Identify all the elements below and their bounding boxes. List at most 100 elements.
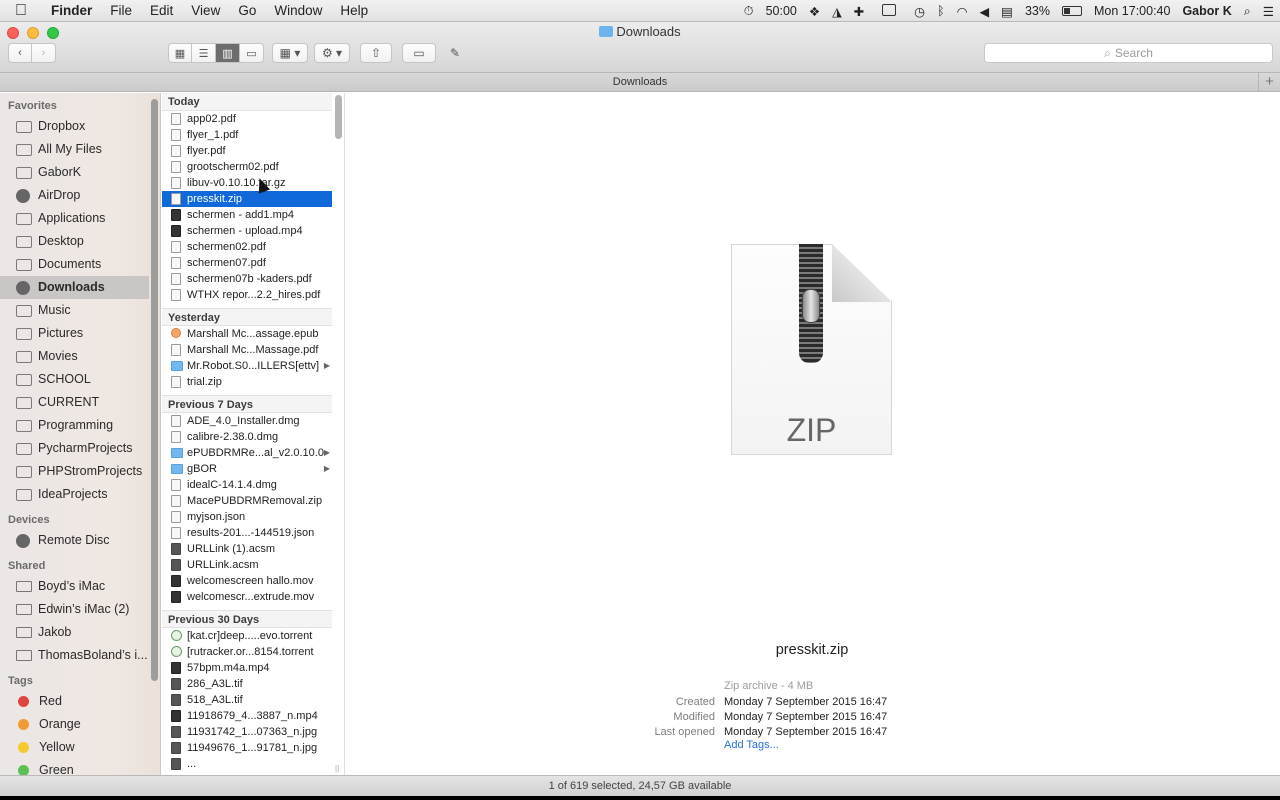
file-row[interactable]: flyer_1.pdf — [162, 127, 332, 143]
file-row[interactable]: flyer.pdf — [162, 143, 332, 159]
edit-tool-button[interactable]: ✎ — [444, 43, 466, 63]
column-view-button[interactable]: ▥ — [216, 43, 240, 63]
file-row[interactable]: URLLink.acsm — [162, 557, 332, 573]
sidebar-item-music[interactable]: Music — [0, 299, 149, 322]
menu-go[interactable]: Go — [229, 0, 265, 22]
battery-icon[interactable] — [1062, 6, 1082, 16]
icon-view-button[interactable]: ▦ — [168, 43, 192, 63]
menu-help[interactable]: Help — [331, 0, 377, 22]
flag-icon[interactable]: ▤ — [1001, 4, 1013, 19]
plus-icon[interactable]: ✚ — [854, 4, 864, 19]
wifi-icon[interactable]: ◠ — [957, 4, 968, 19]
sidebar-item-downloads[interactable]: Downloads — [0, 276, 149, 299]
sidebar-item-gabork[interactable]: GaborK — [0, 161, 149, 184]
list-view-button[interactable]: ☰ — [192, 43, 216, 63]
time-machine-icon[interactable]: ◷ — [914, 4, 925, 19]
file-row[interactable]: welcomescr...extrude.mov — [162, 589, 332, 605]
file-row[interactable]: libuv-v0.10.10.tar.gz — [162, 175, 332, 191]
file-row[interactable]: schermen07.pdf — [162, 255, 332, 271]
spotlight-icon[interactable]: ⌕ — [1244, 4, 1251, 19]
dropbox-status-icon[interactable]: ❖ — [809, 4, 820, 19]
file-row[interactable]: 11949676_1...91781_n.jpg — [162, 740, 332, 756]
file-row[interactable]: URLLink (1).acsm — [162, 541, 332, 557]
column-scrollbar[interactable] — [335, 95, 342, 139]
file-row[interactable]: 11931742_1...07363_n.jpg — [162, 724, 332, 740]
tab-downloads[interactable]: Downloads — [613, 76, 667, 88]
sidebar-item-current[interactable]: CURRENT — [0, 391, 149, 414]
file-row[interactable]: ... — [162, 756, 332, 772]
sidebar-item-orange[interactable]: Orange — [0, 713, 149, 736]
sidebar-item-phpstromprojects[interactable]: PHPStromProjects — [0, 460, 149, 483]
file-row[interactable]: gBOR ▶ — [162, 461, 332, 477]
file-row[interactable]: schermen02.pdf — [162, 239, 332, 255]
sidebar-item-red[interactable]: Red — [0, 690, 149, 713]
menu-view[interactable]: View — [182, 0, 229, 22]
sidebar-item-all-my-files[interactable]: All My Files — [0, 138, 149, 161]
adobe-icon[interactable]: ◮ — [832, 4, 842, 19]
file-row[interactable]: ADE_4.0_Installer.dmg — [162, 413, 332, 429]
bluetooth-icon[interactable]: ᛒ — [937, 4, 945, 18]
file-row[interactable]: grootscherm02.pdf — [162, 159, 332, 175]
sidebar-item-desktop[interactable]: Desktop — [0, 230, 149, 253]
notification-center-icon[interactable]: ☰ — [1263, 4, 1274, 19]
file-row[interactable]: schermen - upload.mp4 — [162, 223, 332, 239]
sidebar-item-dropbox[interactable]: Dropbox — [0, 115, 149, 138]
action-button[interactable]: ⚙ ▾ — [314, 43, 350, 63]
add-tags-link[interactable]: Add Tags... — [724, 738, 779, 754]
timer-value[interactable]: 50:00 — [766, 4, 797, 18]
file-row[interactable]: Marshall Mc...assage.epub — [162, 326, 332, 342]
tags-button[interactable]: ▭ — [402, 43, 436, 63]
sidebar-item-pictures[interactable]: Pictures — [0, 322, 149, 345]
volume-icon[interactable]: ◀ — [980, 4, 990, 19]
menu-edit[interactable]: Edit — [141, 0, 182, 22]
file-row[interactable]: ePUBDRMRe...al_v2.0.10.0 ▶ — [162, 445, 332, 461]
battery-percent[interactable]: 33% — [1025, 4, 1050, 18]
sidebar-item-boyd-s-imac[interactable]: Boyd’s iMac — [0, 575, 149, 598]
file-row[interactable]: results-201...-144519.json — [162, 525, 332, 541]
user-menu[interactable]: Gabor K — [1182, 4, 1231, 18]
sidebar-item-jakob[interactable]: Jakob — [0, 621, 149, 644]
timer-icon[interactable]: ⏱ — [744, 4, 754, 19]
sidebar-item-yellow[interactable]: Yellow — [0, 736, 149, 759]
share-button[interactable]: ⇧ — [360, 43, 392, 63]
sidebar-item-programming[interactable]: Programming — [0, 414, 149, 437]
column-resize-handle[interactable]: || — [335, 764, 339, 773]
coverflow-view-button[interactable]: ▭ — [240, 43, 264, 63]
menu-window[interactable]: Window — [265, 0, 331, 22]
arrange-button[interactable]: ▦ ▾ — [272, 43, 308, 63]
file-row[interactable]: trial.zip — [162, 374, 332, 390]
menu-file[interactable]: File — [101, 0, 141, 22]
file-row[interactable]: [rutracker.or...8154.torrent — [162, 644, 332, 660]
forward-button[interactable]: › — [32, 43, 56, 63]
sidebar-item-edwin-s-imac-2[interactable]: Edwin’s iMac (2) — [0, 598, 149, 621]
file-row[interactable]: calibre-2.38.0.dmg — [162, 429, 332, 445]
file-row[interactable]: 518_A3L.tif — [162, 692, 332, 708]
file-row[interactable]: 11918679_4...3887_n.mp4 — [162, 708, 332, 724]
file-row[interactable]: MacePUBDRMRemoval.zip — [162, 493, 332, 509]
sidebar-item-applications[interactable]: Applications — [0, 207, 149, 230]
new-tab-button[interactable]: + — [1258, 73, 1280, 91]
file-row[interactable]: Marshall Mc...Massage.pdf — [162, 342, 332, 358]
sidebar-scrollbar[interactable] — [151, 99, 158, 681]
sidebar-item-green[interactable]: Green — [0, 759, 149, 775]
file-row-selected[interactable]: presskit.zip — [162, 191, 332, 207]
airplay-icon[interactable] — [876, 3, 902, 19]
file-row[interactable]: schermen - add1.mp4 — [162, 207, 332, 223]
app-menu[interactable]: Finder — [42, 0, 101, 22]
file-row[interactable]: [kat.cr]deep.....evo.torrent — [162, 628, 332, 644]
file-row[interactable]: idealC-14.1.4.dmg — [162, 477, 332, 493]
file-row[interactable]: myjson.json — [162, 509, 332, 525]
search-field[interactable]: ⌕ Search — [984, 43, 1273, 63]
sidebar-item-movies[interactable]: Movies — [0, 345, 149, 368]
sidebar-item-ideaprojects[interactable]: IdeaProjects — [0, 483, 149, 506]
file-row[interactable]: app02.pdf — [162, 111, 332, 127]
sidebar-item-airdrop[interactable]: AirDrop — [0, 184, 149, 207]
sidebar-item-thomasboland-s-i[interactable]: ThomasBoland’s i... — [0, 644, 149, 667]
file-row[interactable]: 57bpm.m4a.mp4 — [162, 660, 332, 676]
file-row[interactable]: schermen07b -kaders.pdf — [162, 271, 332, 287]
sidebar-item-pycharmprojects[interactable]: PycharmProjects — [0, 437, 149, 460]
back-button[interactable]: ‹ — [8, 43, 32, 63]
sidebar-item-remote-disc[interactable]: Remote Disc — [0, 529, 149, 552]
file-row[interactable]: WTHX repor...2.2_hires.pdf — [162, 287, 332, 303]
file-row[interactable]: 286_A3L.tif — [162, 676, 332, 692]
